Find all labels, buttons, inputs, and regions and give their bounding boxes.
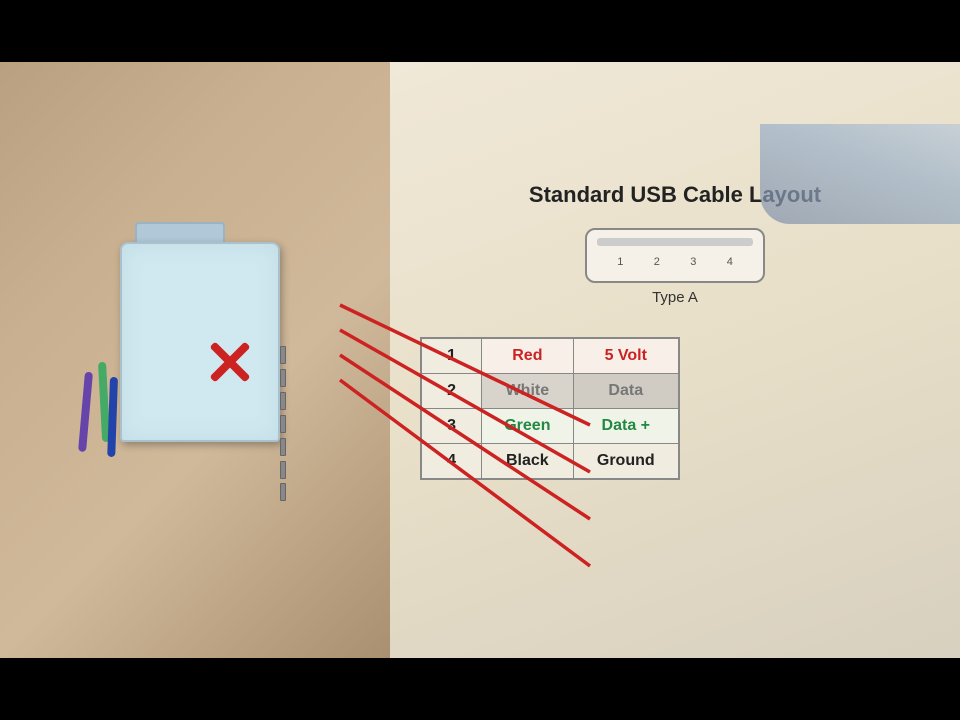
connector-pin-2 bbox=[280, 369, 286, 387]
table-row: 3 Green Data + bbox=[421, 409, 679, 444]
bottom-letterbox-bar bbox=[0, 658, 960, 720]
connector-pins bbox=[268, 344, 298, 504]
wire-purple bbox=[78, 372, 93, 452]
connector-pin-5 bbox=[280, 438, 286, 456]
pin-function-3: Data + bbox=[573, 409, 679, 444]
connector-pin-6 bbox=[280, 461, 286, 479]
connector-wires bbox=[80, 362, 130, 482]
pin-num-4: 4 bbox=[421, 444, 482, 480]
usb-shape: 1 2 3 4 bbox=[585, 228, 765, 283]
pin-color-2: White bbox=[482, 374, 573, 409]
x-mark-indicator bbox=[200, 332, 260, 392]
usb-diagram: 1 2 3 4 Type A bbox=[420, 228, 930, 322]
photo-panel bbox=[0, 62, 390, 658]
table-row: 1 Red 5 Volt bbox=[421, 338, 679, 374]
cable-photo-decoration bbox=[760, 124, 960, 224]
wire-blue bbox=[107, 377, 118, 457]
pin-color-1: Red bbox=[482, 338, 573, 374]
pin-num-1: 1 bbox=[421, 338, 482, 374]
usb-type-label: Type A bbox=[652, 289, 698, 306]
pin-function-2: Data bbox=[573, 374, 679, 409]
pin-num-2: 2 bbox=[421, 374, 482, 409]
usb-connector-photo bbox=[80, 182, 300, 502]
main-content: Standard USB Cable Layout 1 2 3 4 Type A… bbox=[0, 62, 960, 658]
table-row: 2 White Data bbox=[421, 374, 679, 409]
usb-pin-3-label: 3 bbox=[690, 256, 696, 268]
connector-pin-1 bbox=[280, 346, 286, 364]
screen: Standard USB Cable Layout 1 2 3 4 Type A… bbox=[0, 0, 960, 720]
connector-pin-3 bbox=[280, 392, 286, 410]
pin-color-4: Black bbox=[482, 444, 573, 480]
pin-num-3: 3 bbox=[421, 409, 482, 444]
usb-pin-4-label: 4 bbox=[727, 256, 733, 268]
usb-pin-1-label: 1 bbox=[617, 256, 623, 268]
info-panel: Standard USB Cable Layout 1 2 3 4 Type A… bbox=[390, 62, 960, 658]
usb-pin-2-label: 2 bbox=[654, 256, 660, 268]
connector-pin-7 bbox=[280, 483, 286, 501]
connector-pin-4 bbox=[280, 415, 286, 433]
table-row: 4 Black Ground bbox=[421, 444, 679, 480]
top-letterbox-bar bbox=[0, 0, 960, 62]
pin-function-1: 5 Volt bbox=[573, 338, 679, 374]
pin-color-3: Green bbox=[482, 409, 573, 444]
pin-table: 1 Red 5 Volt 2 White Data 3 Green Data +… bbox=[420, 337, 680, 480]
pin-function-4: Ground bbox=[573, 444, 679, 480]
